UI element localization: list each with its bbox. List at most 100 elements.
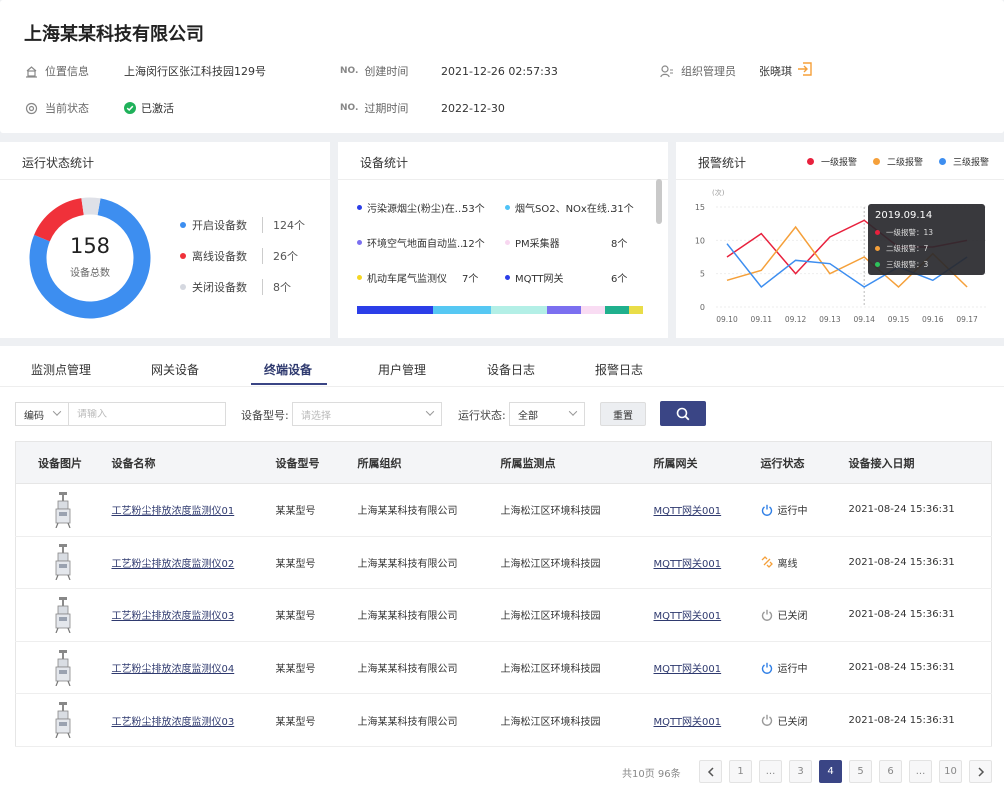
cell-gateway: MQTT网关001	[653, 693, 761, 747]
gateway-link[interactable]: MQTT网关001	[654, 506, 722, 517]
table-row[interactable]: 工艺粉尘排放浓度监测仪03 某某型号 上海某某科技有限公司 上海松江区环境科技园…	[15, 588, 992, 642]
cell-name: 工艺粉尘排放浓度监测仪03	[111, 588, 276, 642]
chevron-down-icon	[52, 407, 62, 416]
legend-label: 开启设备数	[192, 219, 247, 232]
device-bar-segment	[546, 306, 581, 314]
tooltip-row: 三级报警：3	[875, 259, 978, 270]
device-table: 设备图片 设备名称 设备型号 所属组织 所属监测点 所属网关 运行状态 设备接入…	[15, 441, 992, 747]
status-filter-label: 运行状态:	[458, 409, 506, 422]
cell-name: 工艺粉尘排放浓度监测仪04	[111, 641, 276, 695]
y-tick-label: 5	[700, 270, 705, 279]
legend-count: 26个	[262, 248, 298, 264]
cell-status: 运行中	[760, 483, 849, 537]
reset-button[interactable]: 重置	[600, 402, 646, 426]
device-name-link[interactable]: 工艺粉尘排放浓度监测仪03	[112, 717, 235, 728]
table-row[interactable]: 工艺粉尘排放浓度监测仪04 某某型号 上海某某科技有限公司 上海松江区环境科技园…	[15, 641, 992, 695]
col-org: 所属组织	[357, 441, 501, 484]
page-button-4[interactable]: 4	[819, 760, 842, 783]
tab-device-logs[interactable]: 设备日志	[487, 361, 535, 378]
x-tick-label: 09.11	[751, 315, 773, 324]
device-bar-segment	[605, 306, 630, 314]
page-button-6[interactable]: 6	[879, 760, 902, 783]
cell-model: 某某型号	[275, 693, 358, 747]
device-name-link[interactable]: 工艺粉尘排放浓度监测仪02	[112, 559, 235, 570]
run-legend-item: 开启设备数 124个	[180, 217, 305, 233]
legend-dot	[180, 222, 186, 228]
admin-label: 组织管理员	[681, 65, 736, 78]
col-name: 设备名称	[111, 441, 276, 484]
device-stat-count: 8个	[611, 239, 628, 250]
alarm-legend-item: 三级报警	[939, 155, 989, 168]
tab-gateway-devices[interactable]: 网关设备	[151, 361, 199, 378]
table-row[interactable]: 工艺粉尘排放浓度监测仪01 某某型号 上海某某科技有限公司 上海松江区环境科技园…	[15, 483, 992, 537]
device-name-link[interactable]: 工艺粉尘排放浓度监测仪03	[112, 611, 235, 622]
x-tick-label: 09.16	[922, 315, 944, 324]
status-value-wrap: 已激活	[124, 100, 174, 116]
type-select[interactable]: 请选择	[292, 402, 442, 426]
page-button-5[interactable]: 5	[849, 760, 872, 783]
cell-model: 某某型号	[275, 641, 358, 695]
gateway-link[interactable]: MQTT网关001	[654, 664, 722, 675]
page-button-10[interactable]: 10	[939, 760, 962, 783]
code-select[interactable]: 编码	[15, 402, 69, 426]
table-row[interactable]: 工艺粉尘排放浓度监测仪02 某某型号 上海某某科技有限公司 上海松江区环境科技园…	[15, 536, 992, 590]
status-text: 离线	[777, 558, 798, 570]
x-tick-label: 09.10	[716, 315, 738, 324]
device-stat-dot	[357, 205, 362, 210]
device-stat-count: 53个	[462, 204, 485, 215]
tooltip-dot	[875, 262, 880, 267]
device-stat-count: 6个	[611, 274, 628, 285]
tab-terminal-devices[interactable]: 终端设备	[264, 361, 312, 378]
device-stat-dot	[357, 275, 362, 280]
device-stat-count: 12个	[462, 239, 485, 250]
tab-user-management[interactable]: 用户管理	[378, 361, 426, 378]
pagination-total: 共10页 96条	[622, 769, 681, 780]
page-button-1[interactable]: 1	[729, 760, 752, 783]
alarm-legend-item: 一级报警	[807, 155, 857, 168]
device-name-link[interactable]: 工艺粉尘排放浓度监测仪01	[112, 506, 235, 517]
table-row[interactable]: 工艺粉尘排放浓度监测仪03 某某型号 上海某某科技有限公司 上海松江区环境科技园…	[15, 693, 992, 747]
active-tab-indicator	[251, 383, 327, 385]
device-bar-segment	[491, 306, 547, 314]
location-value: 上海闵行区张江科技园129号	[124, 65, 266, 78]
y-tick-label: 15	[695, 203, 705, 212]
gateway-link[interactable]: MQTT网关001	[654, 559, 722, 570]
cell-status: 运行中	[760, 641, 849, 695]
logout-icon[interactable]	[797, 61, 813, 80]
prev-page-button[interactable]	[699, 760, 722, 783]
tab-alarm-logs[interactable]: 报警日志	[595, 361, 643, 378]
tab-monitor-points[interactable]: 监测点管理	[31, 361, 91, 378]
device-stats-scrollbar[interactable]	[656, 179, 662, 224]
monitor-device-icon	[55, 491, 71, 528]
admin-info: 组织管理员 张晓琪	[660, 63, 860, 79]
x-tick-label: 09.13	[819, 315, 841, 324]
monitor-device-icon	[55, 596, 71, 633]
cell-image	[15, 536, 112, 590]
code-input-wrap[interactable]	[68, 402, 226, 426]
power-icon	[761, 504, 772, 516]
broken-link-icon	[761, 556, 773, 569]
col-image: 设备图片	[15, 441, 112, 484]
gateway-link[interactable]: MQTT网关001	[654, 717, 722, 728]
admin-value: 张晓琪	[759, 65, 792, 78]
device-stat-label: 烟气SO2、NOx在线...	[515, 204, 617, 215]
page-button-3[interactable]: 3	[789, 760, 812, 783]
cell-model: 某某型号	[275, 536, 358, 590]
device-stat-dot	[505, 205, 510, 210]
search-button[interactable]	[660, 401, 706, 426]
power-off-icon	[761, 714, 772, 727]
status-text: 已关闭	[777, 611, 808, 623]
device-stat-dot	[505, 240, 510, 245]
page-ellipsis[interactable]: ...	[759, 760, 782, 783]
col-model: 设备型号	[275, 441, 358, 484]
code-input[interactable]	[77, 408, 225, 420]
cell-gateway: MQTT网关001	[653, 641, 761, 695]
page-ellipsis[interactable]: ...	[909, 760, 932, 783]
next-page-button[interactable]	[969, 760, 992, 783]
gateway-link[interactable]: MQTT网关001	[654, 611, 722, 622]
status-select[interactable]: 全部	[509, 402, 585, 426]
device-total: 158	[69, 234, 111, 258]
alarm-legend-label: 三级报警	[953, 158, 990, 168]
device-name-link[interactable]: 工艺粉尘排放浓度监测仪04	[112, 664, 235, 675]
location-icon	[24, 64, 38, 78]
